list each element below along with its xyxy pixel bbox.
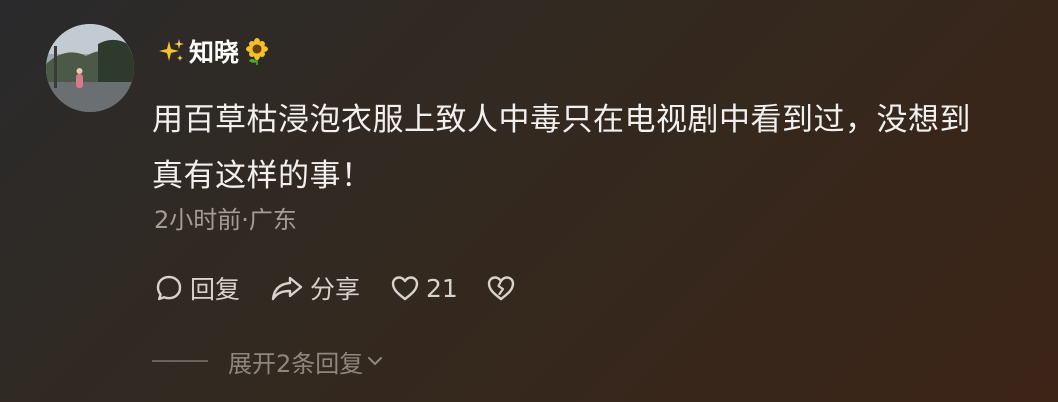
like-count: 21 [426, 273, 458, 303]
comment-text-line-2: 真有这样的事！ [152, 158, 373, 194]
username-text: 知晓 [189, 38, 240, 67]
expand-divider [152, 360, 208, 362]
sunflower-icon [246, 38, 269, 65]
reply-button[interactable]: 回复 [154, 270, 240, 306]
comment-text: 用百草枯浸泡衣服上致人中毒只在电视剧中看到过，没想到 真有这样的事！ [152, 92, 1032, 204]
avatar[interactable] [46, 24, 134, 112]
username[interactable]: 知晓 [157, 30, 271, 72]
expand-replies-label: 展开2条回复 [228, 349, 364, 378]
share-button[interactable]: 分享 [270, 270, 360, 306]
comment-card: 知晓 用百草枯浸泡衣服上致人中毒只在电视剧中看到过，没想到 真有这样的事！ 2小… [0, 0, 1058, 402]
expand-replies[interactable]: 展开2条回复 [152, 341, 385, 381]
avatar-photo [46, 24, 134, 112]
comment-text-line-1: 用百草枯浸泡衣服上致人中毒只在电视剧中看到过，没想到 [152, 102, 971, 138]
share-label: 分享 [310, 275, 361, 304]
comment-meta: 2小时前·广东 [154, 206, 297, 234]
reply-label: 回复 [190, 275, 241, 304]
dislike-button[interactable] [486, 274, 516, 302]
heart-icon [391, 276, 419, 301]
broken-heart-icon [487, 276, 515, 301]
like-button[interactable]: 21 [390, 274, 458, 303]
sparkles-icon [159, 39, 184, 61]
reply-icon [156, 275, 182, 301]
chevron-down-icon [368, 357, 383, 365]
share-icon [271, 276, 303, 301]
comment-actions: 回复 分享 21 [154, 268, 516, 308]
